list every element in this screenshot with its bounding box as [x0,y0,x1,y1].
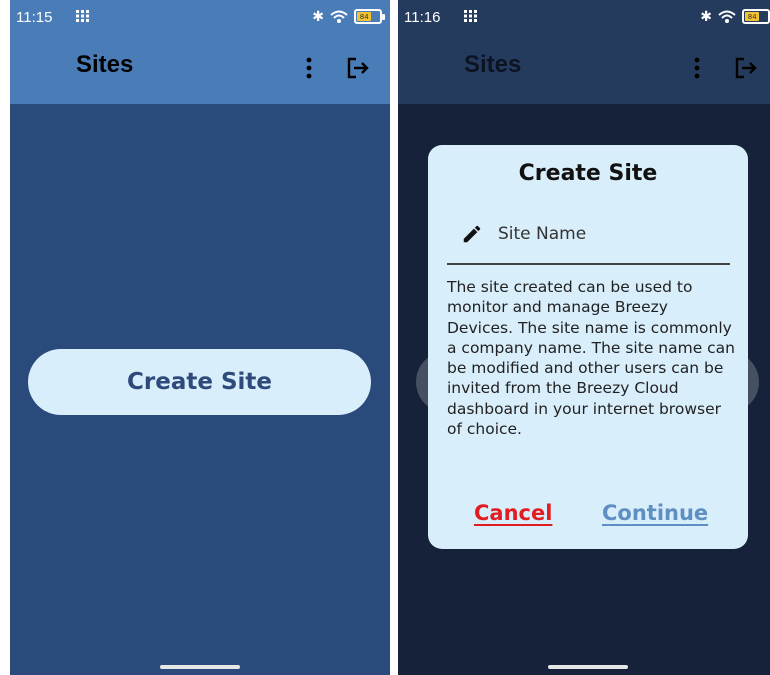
wifi-icon [330,10,348,23]
battery-icon: 84 [354,9,385,24]
dialog-title: Create Site [518,161,658,186]
battery-icon: 84 [742,9,770,24]
wifi-icon [718,10,736,23]
create-site-dialog: Create Site The site created can be used… [428,145,748,549]
continue-button[interactable]: Continue [602,501,708,525]
grid-icon [76,10,89,22]
status-icons: ✱ 84 [312,8,385,25]
app-bar: Sites [10,34,390,104]
site-name-input[interactable] [498,221,718,247]
status-time: 11:15 [16,9,53,26]
status-bar: 11:15 ✱ 84 [10,0,390,34]
bluetooth-icon: ✱ [312,8,324,25]
more-vert-icon [694,57,700,79]
battery-level: 84 [357,12,372,21]
page-title: Sites [76,51,134,78]
create-site-button[interactable]: Create Site [28,349,371,415]
dialog-description: The site created can be used to monitor … [447,278,736,439]
bluetooth-icon: ✱ [700,8,712,25]
home-indicator [548,665,628,669]
status-time: 11:16 [404,9,441,26]
cancel-button[interactable]: Cancel [474,501,552,525]
sites-screen: 11:15 ✱ 84 Sites Create Site [10,0,390,675]
logout-icon [735,57,757,79]
status-bar: 11:16 ✱ 84 [398,0,770,34]
grid-icon [464,10,477,22]
create-site-dialog-screen: 11:16 ✱ 84 Sites Create Site Site Name T… [398,0,770,675]
status-icons: ✱ 84 [700,9,770,24]
logout-icon[interactable] [346,56,370,80]
page-title: Sites [464,51,522,78]
home-indicator [160,665,240,669]
app-bar: Sites [398,34,770,104]
input-underline [447,263,730,265]
pencil-icon [463,225,481,243]
more-vert-icon[interactable] [306,57,312,79]
battery-level: 84 [745,12,760,21]
